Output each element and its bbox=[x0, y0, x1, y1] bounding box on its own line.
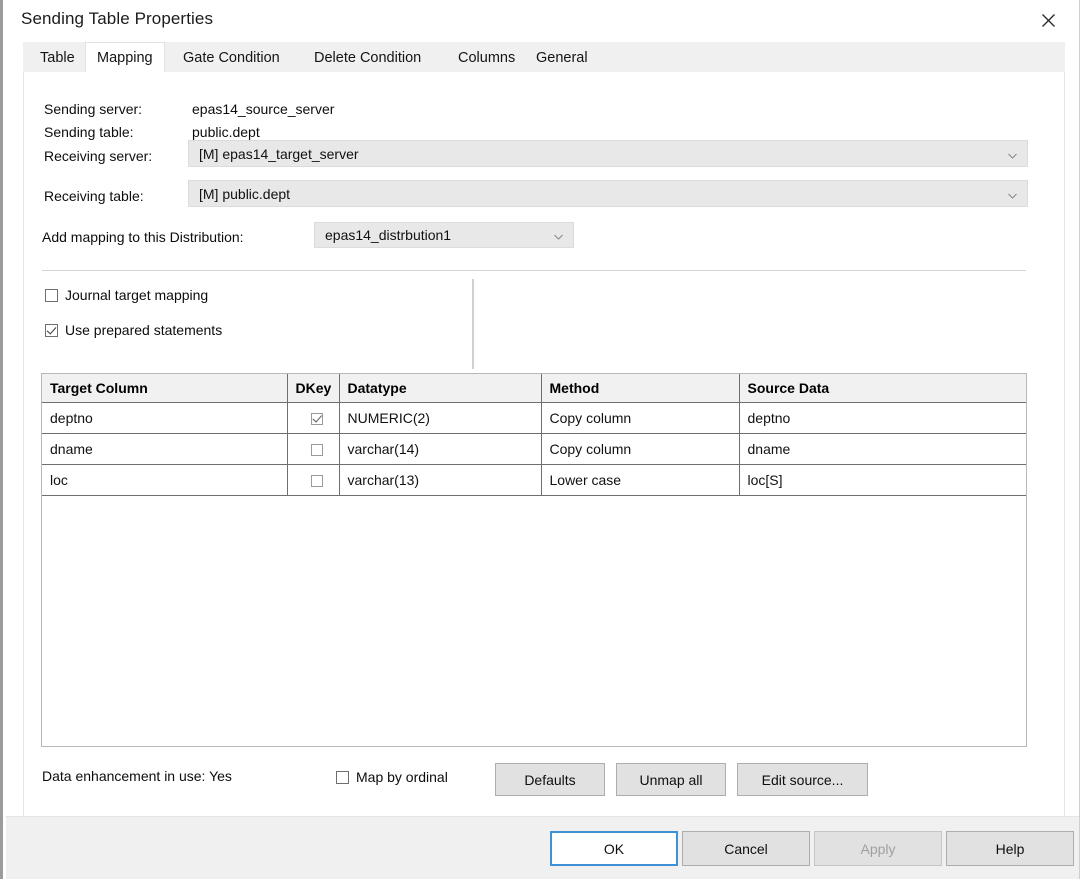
tab-columns[interactable]: Columns bbox=[447, 44, 526, 72]
ok-button[interactable]: OK bbox=[550, 831, 678, 866]
distribution-value: epas14_distrbution1 bbox=[325, 227, 451, 243]
mapping-grid[interactable]: Target Column DKey Datatype Method Sourc… bbox=[41, 373, 1027, 747]
cell-datatype[interactable]: NUMERIC(2) bbox=[339, 403, 541, 434]
cell-source-data[interactable]: deptno bbox=[739, 403, 1026, 434]
add-mapping-label: Add mapping to this Distribution: bbox=[42, 229, 244, 245]
checkbox-icon[interactable] bbox=[311, 475, 323, 487]
table-row[interactable]: loc varchar(13) Lower case loc[S] bbox=[42, 465, 1026, 496]
sending-table-properties-dialog: Sending Table Properties Table Mapping G… bbox=[0, 0, 1080, 879]
window-title: Sending Table Properties bbox=[21, 9, 213, 29]
table-row[interactable]: deptno NUMERIC(2) Copy column deptno bbox=[42, 403, 1026, 434]
receiving-table-label: Receiving table: bbox=[44, 188, 144, 204]
sending-table-value: public.dept bbox=[192, 124, 260, 140]
help-button[interactable]: Help bbox=[946, 831, 1074, 866]
cell-dkey[interactable] bbox=[287, 403, 339, 434]
cancel-button[interactable]: Cancel bbox=[682, 831, 810, 866]
cell-datatype[interactable]: varchar(13) bbox=[339, 465, 541, 496]
column-header-source-data[interactable]: Source Data bbox=[739, 374, 1026, 403]
tab-delete-condition[interactable]: Delete Condition bbox=[303, 44, 432, 72]
tab-mapping[interactable]: Mapping bbox=[85, 42, 165, 73]
journal-target-mapping-checkbox[interactable]: Journal target mapping bbox=[45, 287, 208, 303]
column-header-datatype[interactable]: Datatype bbox=[339, 374, 541, 403]
column-header-target-column[interactable]: Target Column bbox=[42, 374, 287, 403]
dialog-button-bar: OK Cancel Apply Help bbox=[6, 816, 1079, 879]
chevron-down-icon bbox=[1007, 188, 1018, 199]
tab-general[interactable]: General bbox=[525, 44, 599, 72]
checkbox-checked-icon bbox=[45, 324, 58, 337]
mapping-tab-panel: Sending server: epas14_source_server Sen… bbox=[23, 72, 1065, 817]
cell-target-column[interactable]: dname bbox=[42, 434, 287, 465]
apply-button: Apply bbox=[814, 831, 942, 866]
distribution-combobox[interactable]: epas14_distrbution1 bbox=[314, 222, 574, 248]
checkbox-icon[interactable] bbox=[311, 444, 323, 456]
vertical-divider bbox=[472, 279, 474, 369]
cell-method[interactable]: Copy column bbox=[541, 403, 739, 434]
cell-source-data[interactable]: dname bbox=[739, 434, 1026, 465]
checkbox-checked-icon[interactable] bbox=[311, 413, 323, 425]
checkbox-icon bbox=[336, 771, 349, 784]
sending-server-value: epas14_source_server bbox=[192, 101, 334, 117]
cell-target-column[interactable]: deptno bbox=[42, 403, 287, 434]
title-bar: Sending Table Properties bbox=[3, 0, 1079, 40]
data-enhancement-status: Data enhancement in use: Yes bbox=[42, 768, 232, 784]
receiving-server-value: [M] epas14_target_server bbox=[199, 146, 359, 162]
cell-source-data[interactable]: loc[S] bbox=[739, 465, 1026, 496]
journal-target-mapping-label: Journal target mapping bbox=[65, 287, 208, 303]
tab-strip: Table Mapping Gate Condition Delete Cond… bbox=[23, 42, 1065, 73]
receiving-table-value: [M] public.dept bbox=[199, 186, 290, 202]
use-prepared-statements-label: Use prepared statements bbox=[65, 322, 222, 338]
mapping-footer: Data enhancement in use: Yes Map by ordi… bbox=[24, 758, 1064, 798]
chevron-down-icon bbox=[553, 230, 564, 241]
receiving-table-combobox[interactable]: [M] public.dept bbox=[188, 180, 1028, 207]
map-by-ordinal-label: Map by ordinal bbox=[356, 769, 448, 785]
cell-method[interactable]: Lower case bbox=[541, 465, 739, 496]
cell-target-column[interactable]: loc bbox=[42, 465, 287, 496]
unmap-all-button[interactable]: Unmap all bbox=[616, 763, 726, 796]
horizontal-divider bbox=[42, 270, 1026, 271]
column-header-method[interactable]: Method bbox=[541, 374, 739, 403]
checkbox-icon bbox=[45, 289, 58, 302]
map-by-ordinal-checkbox[interactable]: Map by ordinal bbox=[336, 769, 448, 785]
receiving-server-label: Receiving server: bbox=[44, 148, 152, 164]
column-header-dkey[interactable]: DKey bbox=[287, 374, 339, 403]
cell-datatype[interactable]: varchar(14) bbox=[339, 434, 541, 465]
table-row[interactable]: dname varchar(14) Copy column dname bbox=[42, 434, 1026, 465]
close-icon[interactable] bbox=[1025, 0, 1071, 40]
tab-gate-condition[interactable]: Gate Condition bbox=[172, 44, 291, 72]
use-prepared-statements-checkbox[interactable]: Use prepared statements bbox=[45, 322, 222, 338]
table-header-row: Target Column DKey Datatype Method Sourc… bbox=[42, 374, 1026, 403]
cell-method[interactable]: Copy column bbox=[541, 434, 739, 465]
cell-dkey[interactable] bbox=[287, 434, 339, 465]
defaults-button[interactable]: Defaults bbox=[495, 763, 605, 796]
edit-source-button[interactable]: Edit source... bbox=[737, 763, 868, 796]
sending-server-label: Sending server: bbox=[44, 101, 142, 117]
mapping-table: Target Column DKey Datatype Method Sourc… bbox=[42, 374, 1026, 496]
tab-table[interactable]: Table bbox=[29, 44, 86, 72]
sending-table-label: Sending table: bbox=[44, 124, 134, 140]
cell-dkey[interactable] bbox=[287, 465, 339, 496]
receiving-server-combobox[interactable]: [M] epas14_target_server bbox=[188, 140, 1028, 167]
chevron-down-icon bbox=[1007, 148, 1018, 159]
